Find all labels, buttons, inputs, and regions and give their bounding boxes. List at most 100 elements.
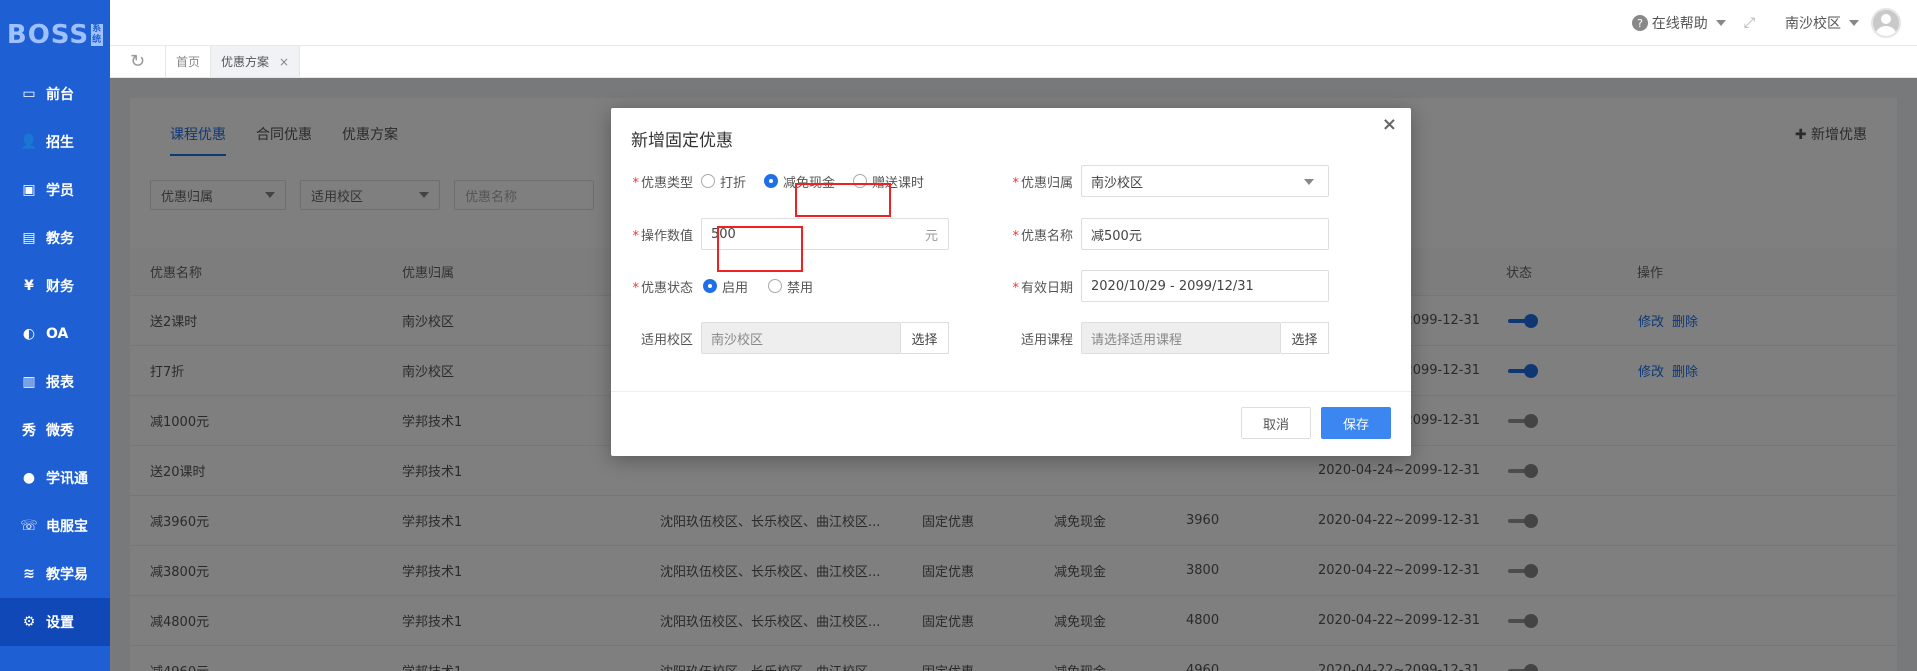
radio-icon (701, 174, 715, 188)
discount-name-label: * 优惠名称 (1012, 228, 1073, 244)
belong-select[interactable]: 南沙校区 (1081, 165, 1329, 197)
sidebar-item[interactable]: ¥ 财务 (0, 262, 110, 310)
sidebar-item-label: 招生 (46, 135, 74, 151)
sidebar-item[interactable]: 秀微秀 (0, 406, 110, 454)
select-course-button[interactable]: 选择 (1281, 322, 1329, 354)
status-field: * 优惠状态 启用 禁用 (611, 270, 825, 302)
sidebar-item[interactable]: ● 学讯通 (0, 454, 110, 502)
applicable-campus-field: 适用校区 南沙校区 选择 (611, 322, 949, 354)
valid-date-label: * 有效日期 (1012, 280, 1073, 296)
radio-checked-icon (764, 174, 779, 188)
type-radio-discount[interactable]: 打折 (701, 172, 746, 191)
sidebar: BOSS 系统 ▭ 前台 👤 招生 ▣ 学员 ▤ 教务 ¥ 财务 ◐ OA ▥ 报表秀微秀 ● 学讯通 ☏ 电服宝 ≋… (0, 0, 110, 671)
phone-icon: ☏ (20, 518, 38, 534)
sidebar-item[interactable]: ◐ OA (0, 310, 110, 358)
sidebar-item-label: 微秀 (46, 423, 74, 439)
belong-select-value: 南沙校区 (1091, 175, 1144, 191)
logo-badge: 系统 (91, 24, 104, 46)
top-header: ? 在线帮助 ⤢ 南沙校区 (110, 0, 1917, 46)
sidebar-item[interactable]: ≋ 教学易 (0, 550, 110, 598)
page-tabs: ↻ 首页 优惠方案 × (110, 46, 1917, 78)
sidebar-item[interactable]: ▥ 报表 (0, 358, 110, 406)
valid-date-input[interactable]: 2020/10/29 - 2099/12/31 (1081, 270, 1329, 302)
sidebar-item-label: 报表 (46, 375, 74, 391)
tab-home-label: 首页 (176, 55, 201, 69)
type-discount-label: 打折 (720, 175, 747, 191)
sidebar-item-label: 教学易 (46, 567, 88, 583)
online-help-menu[interactable]: ? 在线帮助 (1631, 13, 1726, 33)
discount-name-value: 减500元 (1091, 228, 1142, 244)
toggle-icon: ◐ (22, 326, 36, 342)
user-add-icon: 👤 (20, 134, 38, 150)
discount-type-label: * 优惠类型 (632, 175, 693, 191)
amount-unit: 元 (924, 228, 938, 244)
course-display: 请选择适用课程 (1081, 322, 1281, 354)
discount-belong-field: * 优惠归属 南沙校区 (991, 165, 1329, 197)
campus-switcher[interactable]: 南沙校区 (1785, 13, 1859, 33)
cancel-button[interactable]: 取消 (1241, 407, 1311, 439)
tab-home[interactable]: 首页 (166, 46, 212, 77)
sidebar-item[interactable]: ▤ 教务 (0, 214, 110, 262)
id-card-icon: ▣ (22, 182, 36, 198)
status-enabled-label: 启用 (722, 280, 749, 296)
sidebar-item-label: 电服宝 (46, 519, 88, 535)
campus-display: 南沙校区 (701, 322, 901, 354)
sidebar-item-label: 前台 (46, 87, 74, 103)
sidebar-item-label: 学员 (46, 183, 74, 199)
applicable-course-label: 适用课程 (1020, 332, 1073, 348)
discount-name-field: * 优惠名称 减500元 (991, 218, 1329, 250)
valid-date-value: 2020/10/29 - 2099/12/31 (1091, 278, 1254, 294)
online-help-label: 在线帮助 (1651, 15, 1708, 32)
bar-chart-icon: ▥ (22, 374, 36, 390)
sidebar-item[interactable]: ☏ 电服宝 (0, 502, 110, 550)
status-radio-enabled[interactable]: 启用 (703, 277, 748, 296)
sidebar-item[interactable]: ⚙ 设置 (0, 598, 110, 646)
save-button[interactable]: 保存 (1321, 407, 1391, 439)
chevron-down-icon (1715, 19, 1726, 26)
xiu-icon: 秀 (22, 423, 36, 439)
close-icon[interactable]: × (279, 55, 289, 69)
highlight-box (795, 183, 891, 217)
status-radio-disabled[interactable]: 禁用 (768, 277, 813, 296)
book-icon: ▤ (22, 230, 36, 246)
chevron-down-icon (1849, 19, 1859, 26)
location-icon: ● (22, 470, 36, 486)
status-label: * 优惠状态 (632, 280, 693, 296)
radio-checked-icon (703, 279, 717, 293)
sidebar-item-label: OA (46, 326, 69, 342)
teach-icon: ≋ (23, 566, 35, 582)
calendar-icon: ▭ (22, 86, 36, 102)
help-icon: ? (1631, 14, 1648, 31)
yen-icon: ¥ (24, 278, 34, 294)
fullscreen-icon[interactable]: ⤢ (1744, 15, 1755, 31)
campus-label: 南沙校区 (1785, 15, 1841, 32)
applicable-course-field: 适用课程 请选择适用课程 选择 (991, 322, 1329, 354)
sidebar-item-label: 教务 (46, 231, 74, 247)
sidebar-item-label: 财务 (46, 279, 74, 295)
sidebar-item-label: 学讯通 (46, 471, 88, 487)
chevron-down-icon (1304, 179, 1314, 185)
sidebar-item[interactable]: ▣ 学员 (0, 166, 110, 214)
dialog-divider (611, 391, 1411, 392)
logo-text: BOSS (6, 20, 90, 50)
dialog-title: 新增固定优惠 (631, 131, 733, 151)
valid-date-field: * 有效日期 2020/10/29 - 2099/12/31 (991, 270, 1329, 302)
tab-discount-plan[interactable]: 优惠方案 × (211, 46, 301, 77)
status-disabled-label: 禁用 (787, 280, 814, 296)
sidebar-item-label: 设置 (46, 615, 74, 631)
radio-icon (768, 279, 783, 293)
campus-display-value: 南沙校区 (711, 332, 764, 348)
discount-belong-label: * 优惠归属 (1012, 175, 1073, 191)
discount-name-input[interactable]: 减500元 (1081, 218, 1329, 250)
sidebar-item[interactable]: 👤 招生 (0, 118, 110, 166)
select-campus-button[interactable]: 选择 (901, 322, 949, 354)
logo: BOSS 系统 (0, 0, 110, 70)
avatar[interactable] (1871, 7, 1901, 38)
close-icon[interactable]: × (1382, 114, 1397, 135)
applicable-campus-label: 适用校区 (640, 332, 693, 348)
refresh-icon[interactable]: ↻ (110, 46, 166, 77)
gear-icon: ⚙ (22, 614, 36, 630)
sidebar-item[interactable]: ▭ 前台 (0, 70, 110, 118)
tab-discount-plan-label: 优惠方案 (221, 55, 270, 69)
highlight-box (717, 226, 803, 272)
